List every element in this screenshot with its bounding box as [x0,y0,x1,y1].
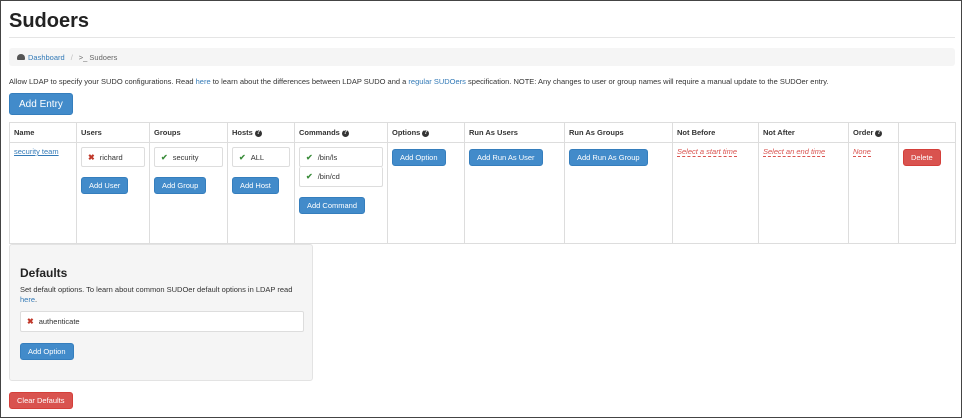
add-group-button[interactable]: Add Group [154,177,207,194]
breadcrumb-dashboard-link[interactable]: Dashboard [28,53,65,62]
add-run-as-group-button[interactable]: Add Run As Group [569,149,648,166]
add-host-button[interactable]: Add Host [232,177,279,194]
cell-run-as-groups: Add Run As Group [564,142,673,244]
col-run-as-groups: Run As Groups [564,122,673,143]
defaults-panel: Defaults Set default options. To learn a… [9,244,313,381]
cell-options: Add Option [387,142,465,244]
order-editable[interactable]: None [853,147,871,157]
intro-text: Allow LDAP to specify your SUDO configur… [9,77,828,86]
help-icon[interactable]: ? [341,129,349,137]
breadcrumb: Dashboard / >_ Sudoers [9,48,955,66]
help-icon[interactable]: ? [422,129,430,137]
not-before-editable[interactable]: Select a start time [677,147,738,157]
cell-not-after: Select an end time [758,142,849,244]
table-row: security team ✖ richard Add User ✔ securit… [9,142,956,244]
intro-part1: Allow LDAP to specify your SUDO configur… [9,77,196,86]
entry-name-link[interactable]: security team [14,147,59,156]
check-icon[interactable]: ✔ [306,153,313,162]
col-not-before: Not Before [672,122,759,143]
col-options: Options? [387,122,465,143]
breadcrumb-separator: / [70,52,73,62]
add-command-button[interactable]: Add Command [299,197,366,214]
intro-regular-sudoers-link[interactable]: regular SUDOers [408,77,466,86]
defaults-here-link[interactable]: here [20,295,35,304]
cell-not-before: Select a start time [672,142,759,244]
intro-part3: specification. NOTE: Any changes to user… [465,77,829,86]
command-chip: ✔ /bin/ls [299,147,383,167]
cell-commands: ✔ /bin/ls ✔ /bin/cd Add Command [294,142,388,244]
add-option-button[interactable]: Add Option [392,149,446,166]
command-chip: ✔ /bin/cd [299,167,383,187]
defaults-desc-end: . [35,295,38,304]
col-commands: Commands? [294,122,388,143]
remove-icon[interactable]: ✖ [27,317,34,326]
default-option-label: authenticate [38,317,80,326]
col-users: Users [76,122,150,143]
add-entry-button[interactable]: Add Entry [9,93,73,115]
host-chip-label: ALL [250,152,265,162]
help-icon[interactable]: ? [254,129,262,137]
col-order-label: Order [853,128,874,137]
cell-groups: ✔ security Add Group [149,142,228,244]
cell-users: ✖ richard Add User [76,142,150,244]
page-title: Sudoers [9,10,90,32]
sudoers-table: Name Users Groups Hosts? Commands? Optio… [9,122,956,244]
col-hosts-label: Hosts [232,128,253,137]
help-icon[interactable]: ? [875,129,883,137]
cell-actions: Delete [898,142,956,244]
col-hosts: Hosts? [227,122,295,143]
remove-icon[interactable]: ✖ [88,153,95,162]
add-run-as-user-button[interactable]: Add Run As User [469,149,543,166]
col-commands-label: Commands [299,128,340,137]
defaults-desc-text: Set default options. To learn about comm… [20,285,293,294]
group-chip-label: security [172,152,199,162]
defaults-description: Set default options. To learn about comm… [20,285,305,305]
col-options-label: Options [392,128,421,137]
col-order: Order? [848,122,899,143]
clear-defaults-button[interactable]: Clear Defaults [9,392,73,409]
add-default-option-button[interactable]: Add Option [20,343,74,360]
check-icon[interactable]: ✔ [239,153,246,162]
intro-part2: to learn about the differences between L… [210,77,409,86]
host-chip: ✔ ALL [232,147,290,167]
col-actions [898,122,956,143]
command-chip-label: /bin/ls [317,152,338,162]
cell-name: security team [9,142,77,244]
check-icon[interactable]: ✔ [161,153,168,162]
user-chip: ✖ richard [81,147,145,167]
default-option-chip: ✖ authenticate [20,311,304,332]
col-groups: Groups [149,122,228,143]
delete-button[interactable]: Delete [903,149,941,166]
cell-order: None [848,142,899,244]
not-after-editable[interactable]: Select an end time [763,147,826,157]
group-chip: ✔ security [154,147,223,167]
defaults-title: Defaults [20,266,68,280]
col-not-after: Not After [758,122,849,143]
breadcrumb-current: >_ Sudoers [78,52,118,62]
user-chip-label: richard [99,152,123,162]
col-run-as-users: Run As Users [464,122,565,143]
col-name: Name [9,122,77,143]
intro-here-link[interactable]: here [196,77,211,86]
cell-run-as-users: Add Run As User [464,142,565,244]
add-user-button[interactable]: Add User [81,177,129,194]
command-chip-label: /bin/cd [317,172,340,181]
title-divider [9,37,955,38]
dashboard-icon [17,54,25,60]
cell-hosts: ✔ ALL Add Host [227,142,295,244]
table-header-row: Name Users Groups Hosts? Commands? Optio… [9,122,956,143]
check-icon[interactable]: ✔ [306,172,313,181]
